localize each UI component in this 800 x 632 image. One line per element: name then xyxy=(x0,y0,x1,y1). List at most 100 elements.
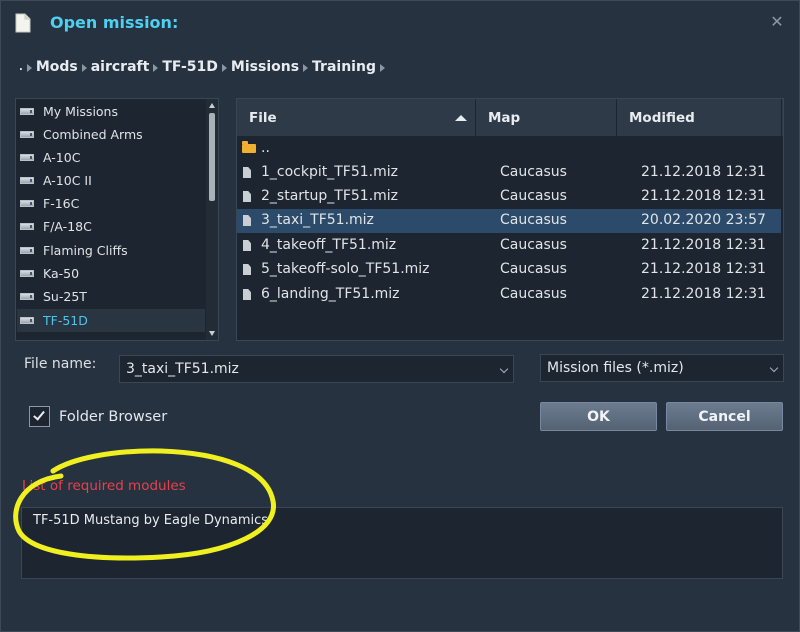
tree-item-label: Combined Arms xyxy=(43,127,143,142)
open-mission-dialog: Open mission: ✕ . Mods aircraft TF-51D M… xyxy=(0,0,800,632)
table-row[interactable]: 1_cockpit_TF51.miz Caucasus 21.12.2018 1… xyxy=(237,161,781,185)
breadcrumb-item[interactable]: Training xyxy=(312,59,376,75)
folder-browser-checkbox[interactable] xyxy=(29,406,50,427)
file-type-value: Mission files (*.miz) xyxy=(547,360,684,376)
file-modified: 21.12.2018 12:31 xyxy=(641,261,766,277)
parent-folder-row[interactable]: .. xyxy=(237,137,781,161)
drive-icon xyxy=(20,317,34,324)
sort-ascending-icon xyxy=(455,115,467,121)
tree-item[interactable]: F/A-18C xyxy=(17,215,205,238)
drive-icon xyxy=(20,270,34,277)
chevron-down-icon[interactable] xyxy=(499,364,509,374)
file-map: Caucasus xyxy=(500,212,567,228)
tree-item[interactable]: A-10C xyxy=(17,146,205,169)
tree-item-label: Ka-50 xyxy=(43,266,80,281)
tree-item[interactable]: Combined Arms xyxy=(17,123,205,146)
file-modified: 21.12.2018 12:31 xyxy=(641,237,766,253)
file-icon xyxy=(243,289,251,300)
file-name-label: File name: xyxy=(24,356,97,372)
drive-icon xyxy=(20,154,34,161)
tree-scrollbar[interactable] xyxy=(206,99,218,340)
drive-icon xyxy=(20,131,34,138)
drive-icon xyxy=(20,247,34,254)
breadcrumb-item[interactable]: Missions xyxy=(231,59,299,75)
file-icon xyxy=(243,264,251,275)
file-name: .. xyxy=(261,140,270,156)
tree-item-label: Su-25T xyxy=(43,289,87,304)
drive-icon xyxy=(20,177,34,184)
breadcrumb-item[interactable]: aircraft xyxy=(91,59,150,75)
scroll-down-icon[interactable] xyxy=(209,331,215,336)
file-list-header: File Map Modified xyxy=(237,99,783,136)
title-bar: Open mission: ✕ xyxy=(1,1,800,45)
required-modules-label: List of required modules xyxy=(22,478,186,494)
tree-item-label: F/A-18C xyxy=(43,219,92,234)
file-modified: 21.12.2018 12:31 xyxy=(641,164,766,180)
tree-item[interactable]: My Missions xyxy=(17,100,205,123)
file-modified: 21.12.2018 12:31 xyxy=(641,286,766,302)
column-header-label: Map xyxy=(488,109,521,126)
file-map: Caucasus xyxy=(500,237,567,253)
tree-item-label: A-10C xyxy=(43,150,81,165)
file-name: 5_takeoff-solo_TF51.miz xyxy=(261,261,430,277)
scroll-up-icon[interactable] xyxy=(209,103,215,108)
tree-item-label: TF-51D xyxy=(43,313,88,328)
list-item: TF-51D Mustang by Eagle Dynamics xyxy=(33,513,269,528)
file-map: Caucasus xyxy=(500,188,567,204)
checkmark-icon xyxy=(33,408,45,421)
document-icon xyxy=(15,13,31,33)
folder-tree: My Missions Combined Arms A-10C A-10C II… xyxy=(15,98,219,341)
tree-item-label: Flaming Cliffs xyxy=(43,243,128,258)
tree-item-selected[interactable]: TF-51D xyxy=(17,309,205,332)
cancel-button[interactable]: Cancel xyxy=(666,402,783,431)
breadcrumb-item[interactable]: TF-51D xyxy=(162,59,218,75)
folder-browser-label[interactable]: Folder Browser xyxy=(59,409,167,425)
breadcrumb-separator-icon xyxy=(379,64,385,72)
file-icon xyxy=(243,240,251,251)
scrollbar-thumb[interactable] xyxy=(209,113,215,201)
file-icon xyxy=(243,191,251,202)
column-header-file[interactable]: File xyxy=(237,99,476,136)
file-map: Caucasus xyxy=(500,286,567,302)
tree-item[interactable]: Su-25T xyxy=(17,285,205,308)
breadcrumb-separator-icon xyxy=(153,64,159,72)
table-row[interactable]: 2_startup_TF51.miz Caucasus 21.12.2018 1… xyxy=(237,185,781,209)
tree-item-label: A-10C II xyxy=(43,173,92,188)
column-header-label: Modified xyxy=(629,109,695,126)
table-row-selected[interactable]: 3_taxi_TF51.miz Caucasus 20.02.2020 23:5… xyxy=(237,209,781,233)
required-modules-list: TF-51D Mustang by Eagle Dynamics xyxy=(21,507,783,579)
drive-icon xyxy=(20,293,34,300)
file-map: Caucasus xyxy=(500,164,567,180)
file-name: 2_startup_TF51.miz xyxy=(261,188,399,204)
file-type-select[interactable]: Mission files (*.miz) xyxy=(540,354,784,382)
chevron-down-icon[interactable] xyxy=(769,363,779,373)
tree-item[interactable]: F-16C xyxy=(17,192,205,215)
tree-item[interactable]: A-10C II xyxy=(17,169,205,192)
tree-item-label: F-16C xyxy=(43,196,80,211)
table-row[interactable]: 5_takeoff-solo_TF51.miz Caucasus 21.12.2… xyxy=(237,258,781,282)
file-icon xyxy=(243,215,251,226)
file-modified: 20.02.2020 23:57 xyxy=(641,212,766,228)
breadcrumb-root[interactable]: . xyxy=(19,62,23,73)
file-name-input[interactable]: 3_taxi_TF51.miz xyxy=(119,355,514,383)
file-icon xyxy=(243,167,251,178)
tree-item[interactable]: Ka-50 xyxy=(17,262,205,285)
drive-icon xyxy=(20,223,34,230)
file-name-value: 3_taxi_TF51.miz xyxy=(126,361,239,377)
table-row[interactable]: 4_takeoff_TF51.miz Caucasus 21.12.2018 1… xyxy=(237,234,781,258)
breadcrumb: . Mods aircraft TF-51D Missions Training xyxy=(19,57,389,77)
column-header-modified[interactable]: Modified xyxy=(617,99,782,136)
tree-item[interactable]: Flaming Cliffs xyxy=(17,239,205,262)
breadcrumb-separator-icon xyxy=(303,64,309,72)
close-icon[interactable]: ✕ xyxy=(769,14,785,30)
column-header-label: File xyxy=(249,109,277,126)
file-name: 4_takeoff_TF51.miz xyxy=(261,237,397,253)
ok-button[interactable]: OK xyxy=(540,402,657,431)
tree-item-label: My Missions xyxy=(43,104,118,119)
breadcrumb-separator-icon xyxy=(81,64,87,72)
drive-icon xyxy=(20,108,34,115)
breadcrumb-item[interactable]: Mods xyxy=(36,59,78,75)
table-row[interactable]: 6_landing_TF51.miz Caucasus 21.12.2018 1… xyxy=(237,283,781,307)
column-header-map[interactable]: Map xyxy=(476,99,617,136)
folder-icon xyxy=(242,141,256,153)
